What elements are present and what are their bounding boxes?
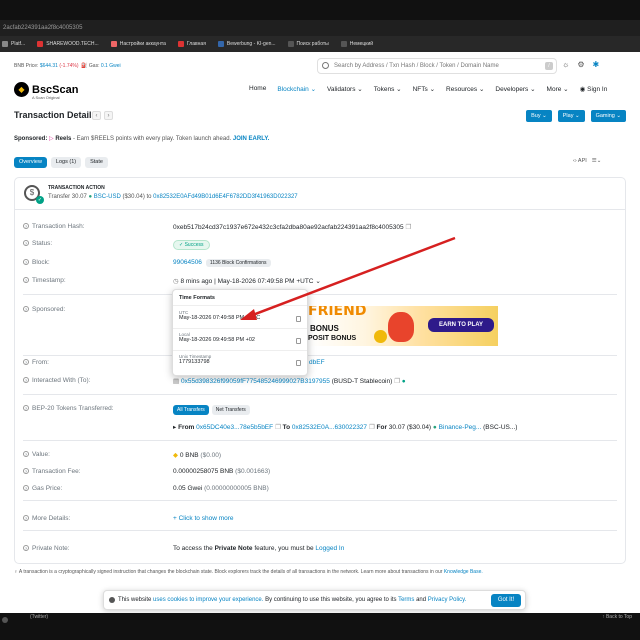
lightbulb-icon: ♀ — [14, 569, 18, 575]
terms-link[interactable]: Terms — [398, 597, 414, 603]
arrow-head — [240, 309, 257, 320]
cookies-link[interactable]: uses cookies to improve your experience. — [153, 597, 263, 603]
back-to-top-link[interactable]: ↑ Back to Top — [602, 614, 632, 620]
arrow-line — [249, 236, 456, 318]
knowledge-base-link[interactable]: Knowledge Base. — [444, 569, 483, 575]
privacy-link[interactable]: Privacy Policy. — [428, 597, 467, 603]
twitter-icon[interactable] — [2, 617, 8, 623]
cookie-icon — [109, 597, 115, 603]
annotation-arrow — [240, 236, 456, 320]
cookie-banner: This website uses cookies to improve you… — [103, 590, 526, 610]
bottom-bar: (Twitter) ↑ Back to Top — [0, 613, 640, 640]
footnote: ♀ A transaction is a cryptographically s… — [14, 569, 483, 575]
got-it-button[interactable]: Got It! — [491, 594, 521, 607]
